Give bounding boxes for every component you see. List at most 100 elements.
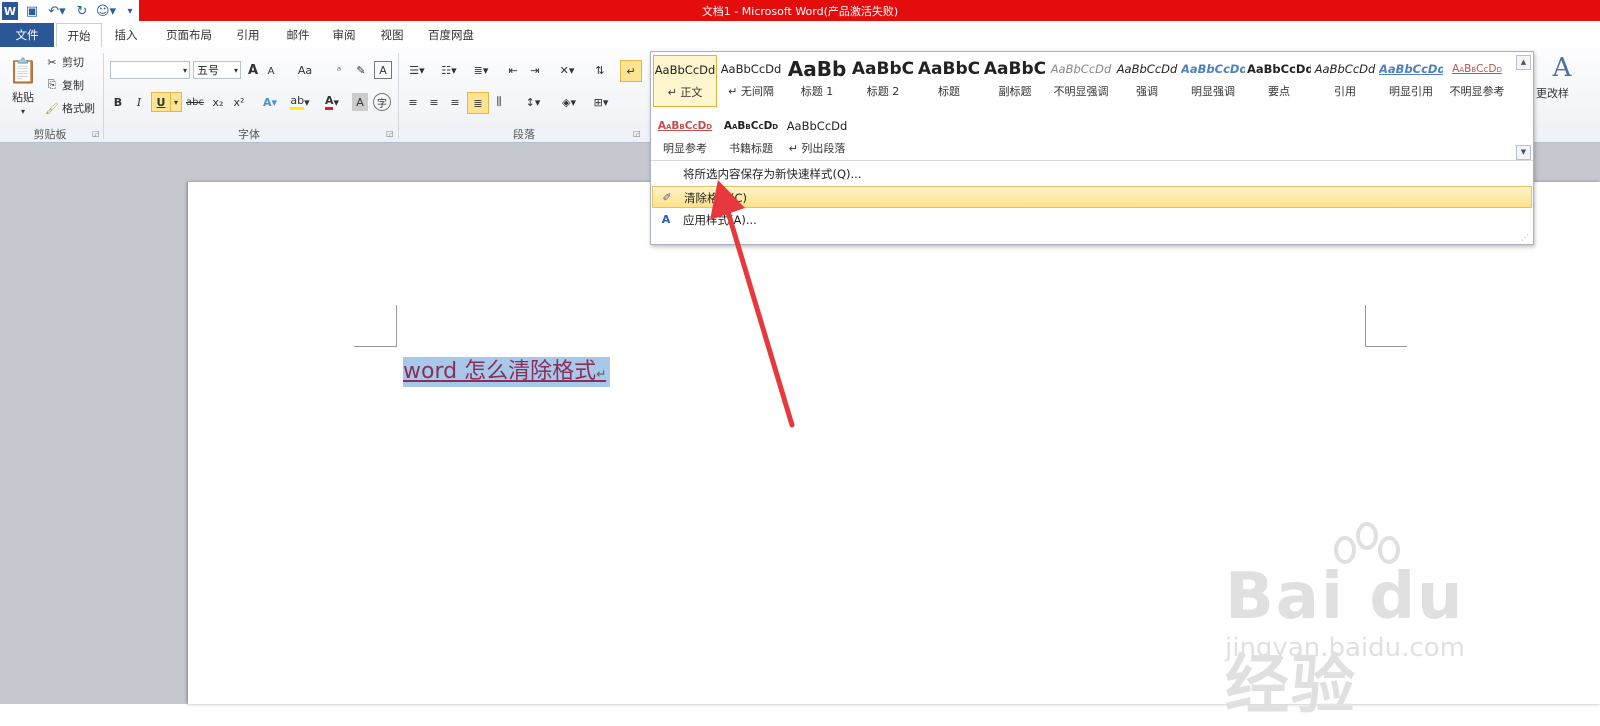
italic-button[interactable]: I <box>131 93 147 111</box>
tab-baidu-netdisk[interactable]: 百度网盘 <box>420 23 482 47</box>
title-bar: 文档1 - Microsoft Word(产品激活失败) W ▣ ↶▾ ↻ ☺▾… <box>0 0 1600 23</box>
tab-home[interactable]: 开始 <box>56 23 102 49</box>
undo-icon[interactable]: ↶▾ <box>46 2 68 20</box>
apply-styles-icon: A <box>661 213 671 226</box>
superscript-button[interactable]: x² <box>230 93 248 111</box>
ribbon-tabs: 文件 开始 插入 页面布局 引用 邮件 审阅 视图 百度网盘 <box>0 23 1600 49</box>
redo-icon[interactable]: ↻ <box>74 2 90 20</box>
save-icon[interactable]: ▣ <box>24 2 40 20</box>
style-sample: AaBbCcDd <box>1050 62 1112 76</box>
font-color-icon[interactable]: A ▾ <box>320 93 344 111</box>
change-case-button[interactable]: Aa <box>292 61 318 79</box>
style-no-spacing[interactable]: AaBbCcDd ↵ 无间隔 <box>719 55 783 107</box>
style-quote[interactable]: AaBbCcDd 引用 <box>1313 55 1377 107</box>
font-name-input[interactable] <box>110 61 190 79</box>
gallery-scroll-up-icon[interactable]: ▲ <box>1516 55 1531 70</box>
tab-mailings[interactable]: 邮件 <box>278 23 318 47</box>
crop-mark <box>396 305 397 347</box>
borders-icon[interactable]: ⊞▾ <box>588 93 614 111</box>
style-strong[interactable]: AaBbCcDd 要点 <box>1247 55 1311 107</box>
style-subtle-emphasis[interactable]: AaBbCcDd 不明显强调 <box>1049 55 1113 107</box>
style-intense-emphasis[interactable]: AaBbCcDd 明显强调 <box>1181 55 1245 107</box>
style-list-paragraph[interactable]: AaBbCcDd ↵ 列出段落 <box>785 112 849 164</box>
character-border-button[interactable]: A <box>374 61 392 79</box>
paste-button[interactable]: 粘贴 <box>4 89 42 105</box>
phonetic-guide-icon[interactable]: ᵃ <box>330 61 348 79</box>
cut-button[interactable]: 剪切 <box>62 53 92 71</box>
font-size-dropdown-icon[interactable]: ▾ <box>231 61 241 79</box>
style-subtle-reference[interactable]: AaBbCcDd 不明显参考 <box>1445 55 1509 107</box>
underline-button[interactable]: U <box>151 92 171 112</box>
tab-insert[interactable]: 插入 <box>104 23 148 47</box>
font-name-dropdown-icon[interactable]: ▾ <box>180 61 190 79</box>
decrease-indent-icon[interactable]: ⇤ <box>504 61 522 79</box>
sort-icon[interactable]: ⇅ <box>590 61 610 79</box>
style-name: 要点 <box>1268 85 1290 98</box>
underline-dropdown-icon[interactable]: ▾ <box>170 92 182 112</box>
gallery-scroll-down-icon[interactable]: ▼ <box>1516 145 1531 160</box>
style-sample: AaBb <box>787 57 847 81</box>
strikethrough-button[interactable]: abc <box>184 93 206 111</box>
numbering-icon[interactable]: ☷▾ <box>436 61 462 79</box>
style-sample: AaBbCcDd <box>654 63 716 77</box>
tab-file[interactable]: 文件 <box>0 23 54 47</box>
customize-icon[interactable]: ☺▾ <box>94 2 118 20</box>
subscript-button[interactable]: x₂ <box>209 93 227 111</box>
paragraph-launcher-icon[interactable]: ◲ <box>633 129 641 138</box>
style-normal[interactable]: AaBbCcDd ↵ 正文 <box>653 55 717 107</box>
style-sample: AaBbCcDd <box>657 120 713 132</box>
enclose-characters-icon[interactable]: 字 <box>373 93 391 111</box>
text-effects-icon[interactable]: A▾ <box>258 93 282 111</box>
format-painter-icon: 🖌 <box>45 101 59 115</box>
clear-formatting-icon: ✐ <box>662 191 672 204</box>
tab-references[interactable]: 引用 <box>228 23 268 47</box>
chinese-layout-icon[interactable]: ✕▾ <box>554 61 580 79</box>
format-painter-button[interactable]: 格式刷 <box>62 99 104 117</box>
style-sample: AaBbCcDd <box>1314 62 1376 76</box>
style-heading-2[interactable]: AaBbC 标题 2 <box>851 55 915 107</box>
align-right-icon[interactable]: ≡ <box>446 93 464 111</box>
grow-font-button[interactable]: A <box>245 61 261 79</box>
shading-icon[interactable]: ◈▾ <box>556 93 582 111</box>
style-name: 引用 <box>1334 85 1356 98</box>
character-shading-icon[interactable]: A <box>352 93 368 111</box>
style-emphasis[interactable]: AaBbCcDd 强调 <box>1115 55 1179 107</box>
style-book-title[interactable]: AaBbCcDd 书籍标题 <box>719 112 783 164</box>
style-title[interactable]: AaBbC 标题 <box>917 55 981 107</box>
resize-grip-icon[interactable]: ⋰ <box>1521 233 1529 242</box>
show-formatting-marks-icon[interactable]: ↵ <box>620 60 642 82</box>
paste-icon[interactable]: 📋 <box>6 53 40 89</box>
word-logo-icon[interactable]: W <box>2 2 18 20</box>
tab-view[interactable]: 视图 <box>372 23 412 47</box>
align-center-icon[interactable]: ≡ <box>425 93 443 111</box>
font-launcher-icon[interactable]: ◲ <box>386 129 394 138</box>
change-styles-button[interactable]: 更改样 <box>1536 85 1600 101</box>
bullets-icon[interactable]: ☰▾ <box>404 61 430 79</box>
font-group-label: 字体 <box>238 128 260 141</box>
justify-icon[interactable]: ≣ <box>467 92 489 114</box>
style-intense-quote[interactable]: AaBbCcDd 明显引用 <box>1379 55 1443 107</box>
shrink-font-button[interactable]: A <box>264 63 278 79</box>
document-text[interactable]: word 怎么清除格式↵ <box>403 357 611 387</box>
crop-mark <box>1365 305 1366 347</box>
scissors-icon: ✂ <box>47 55 57 69</box>
menu-divider <box>651 160 1533 161</box>
clear-formatting-small-icon[interactable]: ✎ <box>352 61 370 79</box>
copy-button[interactable]: 复制 <box>62 76 92 94</box>
bold-button[interactable]: B <box>110 93 126 111</box>
style-heading-1[interactable]: AaBb 标题 1 <box>785 55 849 107</box>
tab-review[interactable]: 审阅 <box>324 23 364 47</box>
multilevel-list-icon[interactable]: ≣▾ <box>468 61 494 79</box>
style-intense-reference[interactable]: AaBbCcDd 明显参考 <box>653 112 717 164</box>
paste-dropdown-icon[interactable]: ▾ <box>14 105 32 117</box>
tab-page-layout[interactable]: 页面布局 <box>156 23 222 47</box>
change-styles-icon[interactable]: A <box>1542 51 1582 85</box>
distributed-icon[interactable]: ⫼ <box>490 93 508 111</box>
quick-access-menu-icon[interactable]: ▾ <box>124 2 136 20</box>
line-spacing-icon[interactable]: ↕▾ <box>520 93 546 111</box>
clipboard-launcher-icon[interactable]: ◲ <box>92 129 100 138</box>
increase-indent-icon[interactable]: ⇥ <box>526 61 544 79</box>
align-left-icon[interactable]: ≡ <box>404 93 422 111</box>
highlight-color-icon[interactable]: ab ▾ <box>288 93 312 111</box>
style-subtitle[interactable]: AaBbC 副标题 <box>983 55 1047 107</box>
